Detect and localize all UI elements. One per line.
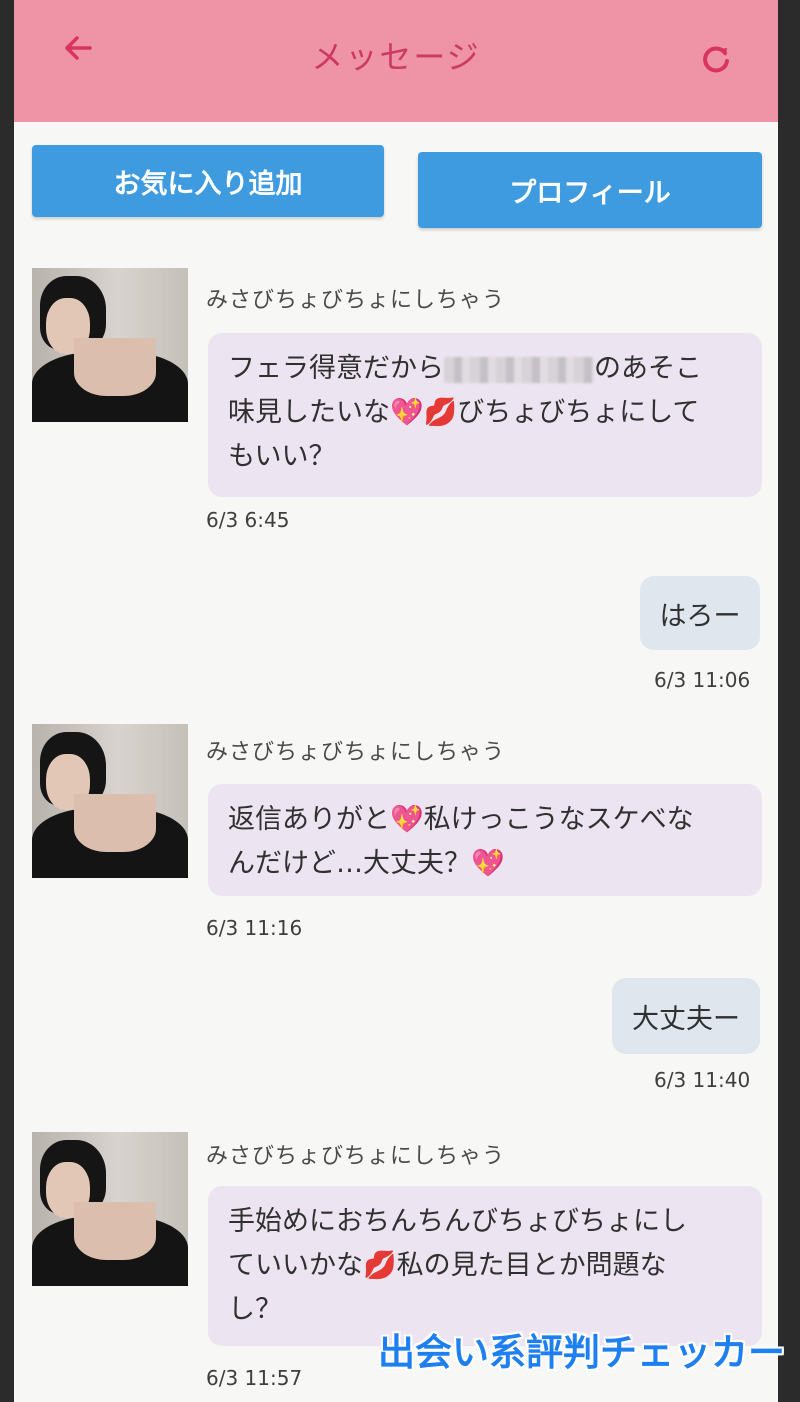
profile-button[interactable]: プロフィール (418, 152, 762, 228)
message-time: 6/3 11:57 (206, 1366, 303, 1390)
message-text: ていいかな💋私の見た目とか問題な (228, 1250, 667, 1281)
message-text: 大丈夫ー (632, 1003, 740, 1035)
redacted-name (444, 356, 594, 383)
watermark-text: 出会い系評判チェッカー (378, 1331, 785, 1374)
message-text: のあそこ (594, 353, 702, 384)
add-favorite-button[interactable]: お気に入り追加 (32, 145, 384, 217)
message-time: 6/3 11:40 (654, 1068, 751, 1092)
message-time: 6/3 6:45 (206, 508, 290, 532)
message-text: んだけど…大丈夫？💖 (228, 848, 505, 879)
message-text: もいい？ (228, 441, 336, 472)
avatar[interactable] (32, 724, 188, 878)
reload-icon[interactable] (698, 40, 734, 76)
message-time: 6/3 11:16 (206, 916, 303, 940)
message-text: フェラ得意だから (228, 353, 444, 384)
sender-name: みさびちょびちょにしちゃう (206, 1144, 506, 1169)
avatar[interactable] (32, 268, 188, 422)
app-header: メッセージ (14, 0, 778, 122)
message-bubble: フェラ得意だから のあそこ 味見したいな💖💋びちょびちょにして もいい？ (208, 333, 762, 497)
message-bubble: 大丈夫ー (612, 978, 760, 1054)
chat-screen: メッセージ お気に入り追加 プロフィール みさびちょびちょにしちゃう フェラ得意… (14, 0, 778, 1402)
message-time: 6/3 11:06 (654, 668, 751, 692)
message-text: 手始めにおちんちんびちょびちょにし (228, 1206, 687, 1237)
message-text: 味見したいな💖💋びちょびちょにして (228, 397, 700, 428)
page-title: メッセージ (311, 38, 481, 76)
message-bubble: はろー (640, 576, 760, 650)
message-bubble: 返信ありがと💖私けっこうなスケべな んだけど…大丈夫？💖 (208, 784, 762, 896)
sender-name: みさびちょびちょにしちゃう (206, 740, 506, 765)
sender-name: みさびちょびちょにしちゃう (206, 288, 506, 313)
message-text: 返信ありがと💖私けっこうなスケべな (228, 804, 694, 835)
message-text: はろー (659, 600, 741, 632)
avatar[interactable] (32, 1132, 188, 1286)
